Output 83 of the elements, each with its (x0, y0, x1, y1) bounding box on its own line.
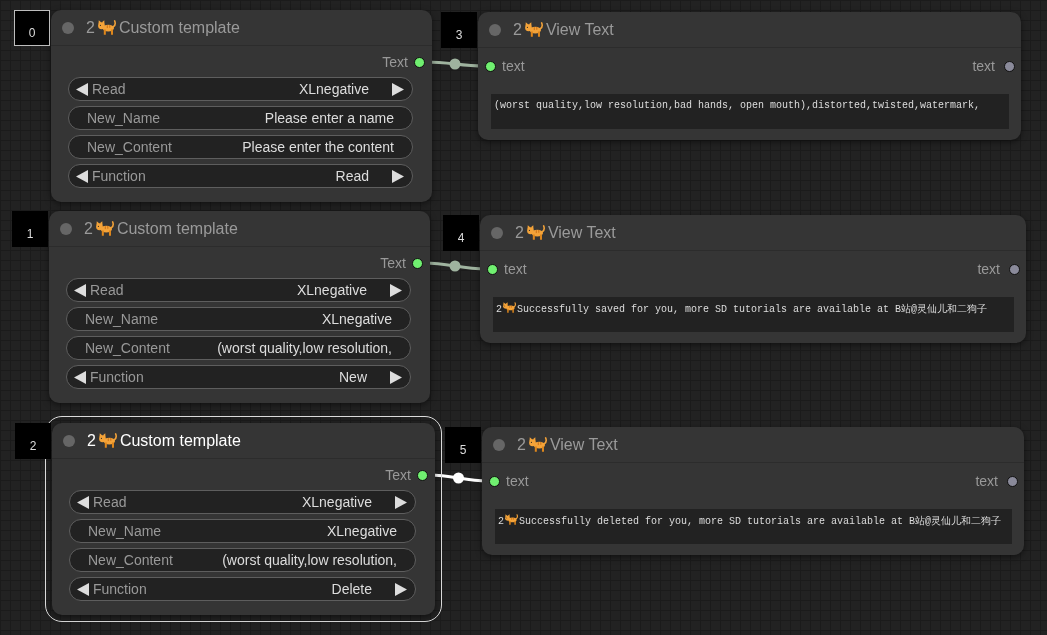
node-title: Custom template (119, 432, 241, 449)
node-number: 1 (12, 211, 48, 247)
node-title: View Text (549, 436, 618, 453)
combo-widget[interactable]: Read XLnegative (68, 77, 413, 101)
left-triangle-icon[interactable] (77, 495, 89, 509)
node-title: View Text (547, 224, 616, 241)
node-number: 0 (14, 10, 50, 46)
output-label: Text (385, 468, 411, 482)
text-field[interactable]: New_Name XLnegative (69, 519, 416, 543)
node-title-prefix: 2 (515, 224, 524, 241)
node-title-prefix: 2 (84, 220, 93, 237)
output-slot-icon[interactable] (1007, 475, 1018, 487)
cat-icon (505, 514, 518, 525)
input-label: text (502, 59, 525, 73)
node-title-prefix: 2 (517, 436, 526, 453)
node-number: 5 (445, 427, 481, 463)
node-title-prefix: 2 (86, 19, 95, 36)
collapse-dot-icon[interactable] (489, 23, 501, 36)
input-slot-icon[interactable] (485, 60, 496, 72)
output-label: Text (380, 256, 406, 270)
cat-icon (98, 433, 117, 448)
output-label: Text (382, 55, 408, 69)
combo-widget[interactable]: Function Delete (69, 577, 416, 601)
right-triangle-icon[interactable] (395, 495, 407, 509)
text-output-area[interactable]: 2 Successfully deleted for you, more SD tutorials are available at B站@灵仙儿和二狗子 (495, 509, 1012, 544)
cat-icon (503, 302, 516, 313)
output-slot-icon[interactable] (1004, 60, 1015, 72)
cat-icon (528, 437, 547, 452)
node-number: 4 (443, 215, 479, 251)
node-number: 3 (441, 12, 477, 48)
text-field[interactable]: New_Name XLnegative (66, 307, 411, 331)
left-triangle-icon[interactable] (76, 169, 88, 183)
input-slot-icon[interactable] (487, 263, 498, 275)
text-field[interactable]: New_Name Please enter a name (68, 106, 413, 130)
combo-widget[interactable]: Function Read (68, 164, 413, 188)
cat-icon (526, 225, 545, 240)
text-field[interactable]: New_Content (worst quality,low resolution, (66, 336, 411, 360)
text-output-area[interactable]: (worst quality,low resolution,bad hands, open mouth),distorted,twisted,watermark, (491, 94, 1009, 129)
node-title-prefix: 2 (513, 21, 522, 38)
right-triangle-icon[interactable] (395, 582, 407, 596)
collapse-dot-icon[interactable] (60, 222, 72, 235)
cat-icon (97, 20, 116, 35)
right-triangle-icon[interactable] (390, 370, 402, 384)
custom-template-node[interactable]: 2 Custom template Text Read XLnegative New_Name XLnegative New_Content (worst quality,low resolution, Function New (49, 211, 430, 403)
cat-icon (524, 22, 543, 37)
output-slot-icon[interactable] (1009, 263, 1020, 275)
node-title-prefix: 2 (87, 432, 96, 449)
collapse-dot-icon[interactable] (62, 21, 74, 34)
node-title: Custom template (118, 19, 240, 36)
left-triangle-icon[interactable] (74, 370, 86, 384)
combo-widget[interactable]: Function New (66, 365, 411, 389)
combo-widget[interactable]: Read XLnegative (66, 278, 411, 302)
combo-widget[interactable]: Read XLnegative (69, 490, 416, 514)
view-text-node[interactable]: 2 View Text text text 2 Successfully deleted for you, more SD tutorials are available at B站@灵仙儿和二狗子 (482, 427, 1024, 555)
node-title: View Text (545, 21, 614, 38)
output-label: text (972, 59, 995, 73)
output-label: text (975, 474, 998, 488)
right-triangle-icon[interactable] (392, 169, 404, 183)
custom-template-node[interactable]: 2 Custom template Text Read XLnegative New_Name Please enter a name New_Content Please enter the content Function Read (51, 10, 432, 202)
text-field[interactable]: New_Content Please enter the content (68, 135, 413, 159)
text-field[interactable]: New_Content (worst quality,low resolution, (69, 548, 416, 572)
right-triangle-icon[interactable] (392, 82, 404, 96)
collapse-dot-icon[interactable] (493, 438, 505, 451)
output-slot-icon[interactable] (412, 257, 423, 269)
output-label: text (977, 262, 1000, 276)
left-triangle-icon[interactable] (77, 582, 89, 596)
node-number: 2 (15, 423, 51, 459)
node-title: Custom template (116, 220, 238, 237)
collapse-dot-icon[interactable] (491, 226, 503, 239)
input-label: text (506, 474, 529, 488)
collapse-dot-icon[interactable] (63, 434, 75, 447)
cat-icon (95, 221, 114, 236)
left-triangle-icon[interactable] (76, 82, 88, 96)
left-triangle-icon[interactable] (74, 283, 86, 297)
input-slot-icon[interactable] (489, 475, 500, 487)
text-output-area[interactable]: 2 Successfully saved for you, more SD tutorials are available at B站@灵仙儿和二狗子 (493, 297, 1014, 332)
output-slot-icon[interactable] (414, 56, 425, 68)
output-slot-icon[interactable] (417, 469, 428, 481)
right-triangle-icon[interactable] (390, 283, 402, 297)
view-text-node[interactable]: 2 View Text text text 2 Successfully saved for you, more SD tutorials are available at B站@灵仙儿和二狗子 (480, 215, 1026, 343)
custom-template-node[interactable]: 2 Custom template Text Read XLnegative New_Name XLnegative New_Content (worst quality,low resolution, Function Delete (52, 423, 435, 615)
input-label: text (504, 262, 527, 276)
view-text-node[interactable]: 2 View Text text text (worst quality,low resolution,bad hands, open mouth),distorted,twisted,watermark, (478, 12, 1021, 140)
